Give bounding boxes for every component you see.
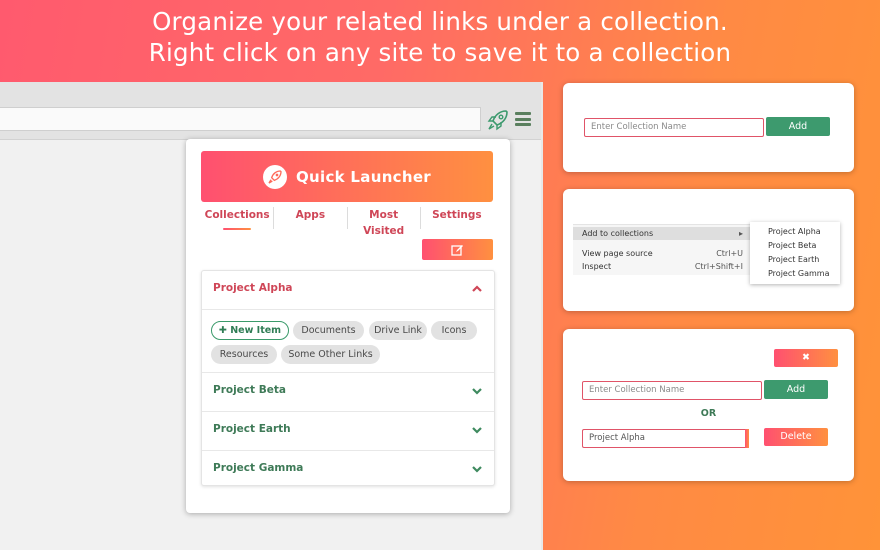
select-edge (745, 429, 749, 448)
edit-icon (451, 244, 463, 256)
edit-collections-button[interactable] (422, 239, 493, 260)
chip-resources[interactable]: Resources (211, 345, 277, 364)
chevron-down-icon (472, 388, 482, 395)
rocket-icon (262, 164, 287, 189)
collection-header-project-gamma[interactable]: Project Gamma (202, 451, 494, 485)
menu-item-shortcut: Ctrl+U (716, 249, 743, 258)
address-bar[interactable] (0, 107, 481, 131)
popup-header: Quick Launcher (201, 151, 493, 202)
collections-accordion: Project Alpha ✚ New Item Documents Drive… (201, 270, 495, 486)
collection-name: Project Gamma (213, 462, 304, 474)
menu-item-label: View page source (582, 249, 653, 258)
collection-name: Project Alpha (213, 282, 293, 294)
close-icon: ✖ (802, 352, 810, 363)
tab-most-visited[interactable]: Most Visited (346, 207, 420, 237)
collection-header-project-earth[interactable]: Project Earth (202, 412, 494, 451)
browser-toolbar (0, 82, 543, 140)
chevron-down-icon (472, 466, 482, 473)
submenu-item-project-alpha[interactable]: Project Alpha (768, 227, 821, 236)
context-menu-card: Add to collections ▸ View page source Ct… (563, 189, 854, 311)
collection-select[interactable]: Project Alpha (582, 429, 748, 448)
menu-item-view-page-source[interactable]: View page source Ctrl+U (573, 247, 750, 260)
popup-tabs: Collections Apps Most Visited Settings (201, 207, 493, 237)
add-button[interactable]: Add (766, 117, 830, 136)
hamburger-menu-icon[interactable] (515, 112, 531, 128)
close-button[interactable]: ✖ (774, 349, 838, 367)
collection-name-input[interactable]: Enter Collection Name (584, 118, 764, 137)
headline-line-1: Organize your related links under a coll… (152, 7, 728, 36)
chip-drive-link[interactable]: Drive Link (369, 321, 427, 340)
delete-button[interactable]: Delete (764, 428, 828, 446)
add-collection-card: Enter Collection Name Add (563, 83, 854, 172)
edit-collection-card: ✖ Enter Collection Name Add OR Project A… (563, 329, 854, 481)
menu-item-add-to-collections[interactable]: Add to collections ▸ (573, 227, 750, 240)
new-item-label: New Item (230, 325, 282, 336)
extension-popup: Quick Launcher Collections Apps Most Vis… (186, 139, 510, 513)
collection-name: Project Beta (213, 384, 286, 396)
collection-name-input[interactable]: Enter Collection Name (582, 381, 762, 400)
submenu-item-project-beta[interactable]: Project Beta (768, 241, 816, 250)
chevron-down-icon (472, 427, 482, 434)
submenu-item-project-earth[interactable]: Project Earth (768, 255, 819, 264)
tab-apps[interactable]: Apps (273, 207, 346, 229)
popup-title: Quick Launcher (295, 167, 432, 186)
browser-edge (541, 82, 543, 550)
menu-item-label: Inspect (582, 262, 612, 271)
chevron-up-icon (472, 285, 482, 292)
headline: Organize your related links under a coll… (0, 6, 880, 68)
menu-item-inspect[interactable]: Inspect Ctrl+Shift+I (573, 260, 750, 273)
chip-icons[interactable]: Icons (431, 321, 477, 340)
submenu-arrow-icon: ▸ (738, 229, 743, 238)
plus-icon: ✚ (218, 325, 231, 336)
chip-some-other-links[interactable]: Some Other Links (281, 345, 380, 364)
collections-submenu: Project Alpha Project Beta Project Earth… (750, 222, 840, 284)
submenu-item-project-gamma[interactable]: Project Gamma (768, 269, 830, 278)
context-menu: Add to collections ▸ View page source Ct… (573, 224, 750, 275)
new-item-button[interactable]: ✚ New Item (211, 321, 289, 340)
menu-item-shortcut: Ctrl+Shift+I (694, 262, 743, 271)
rocket-icon[interactable] (486, 108, 510, 132)
add-button[interactable]: Add (764, 380, 828, 399)
tab-settings[interactable]: Settings (419, 207, 493, 229)
collection-items: ✚ New Item Documents Drive Link Icons Re… (202, 310, 494, 373)
menu-item-label: Add to collections (582, 229, 654, 238)
headline-line-2: Right click on any site to save it to a … (148, 38, 732, 67)
collection-header-project-beta[interactable]: Project Beta (202, 373, 494, 412)
collection-header-project-alpha[interactable]: Project Alpha (202, 271, 494, 310)
tab-collections[interactable]: Collections (201, 207, 273, 230)
chip-documents[interactable]: Documents (293, 321, 364, 340)
or-separator: OR (700, 408, 717, 419)
collection-name: Project Earth (213, 423, 291, 435)
